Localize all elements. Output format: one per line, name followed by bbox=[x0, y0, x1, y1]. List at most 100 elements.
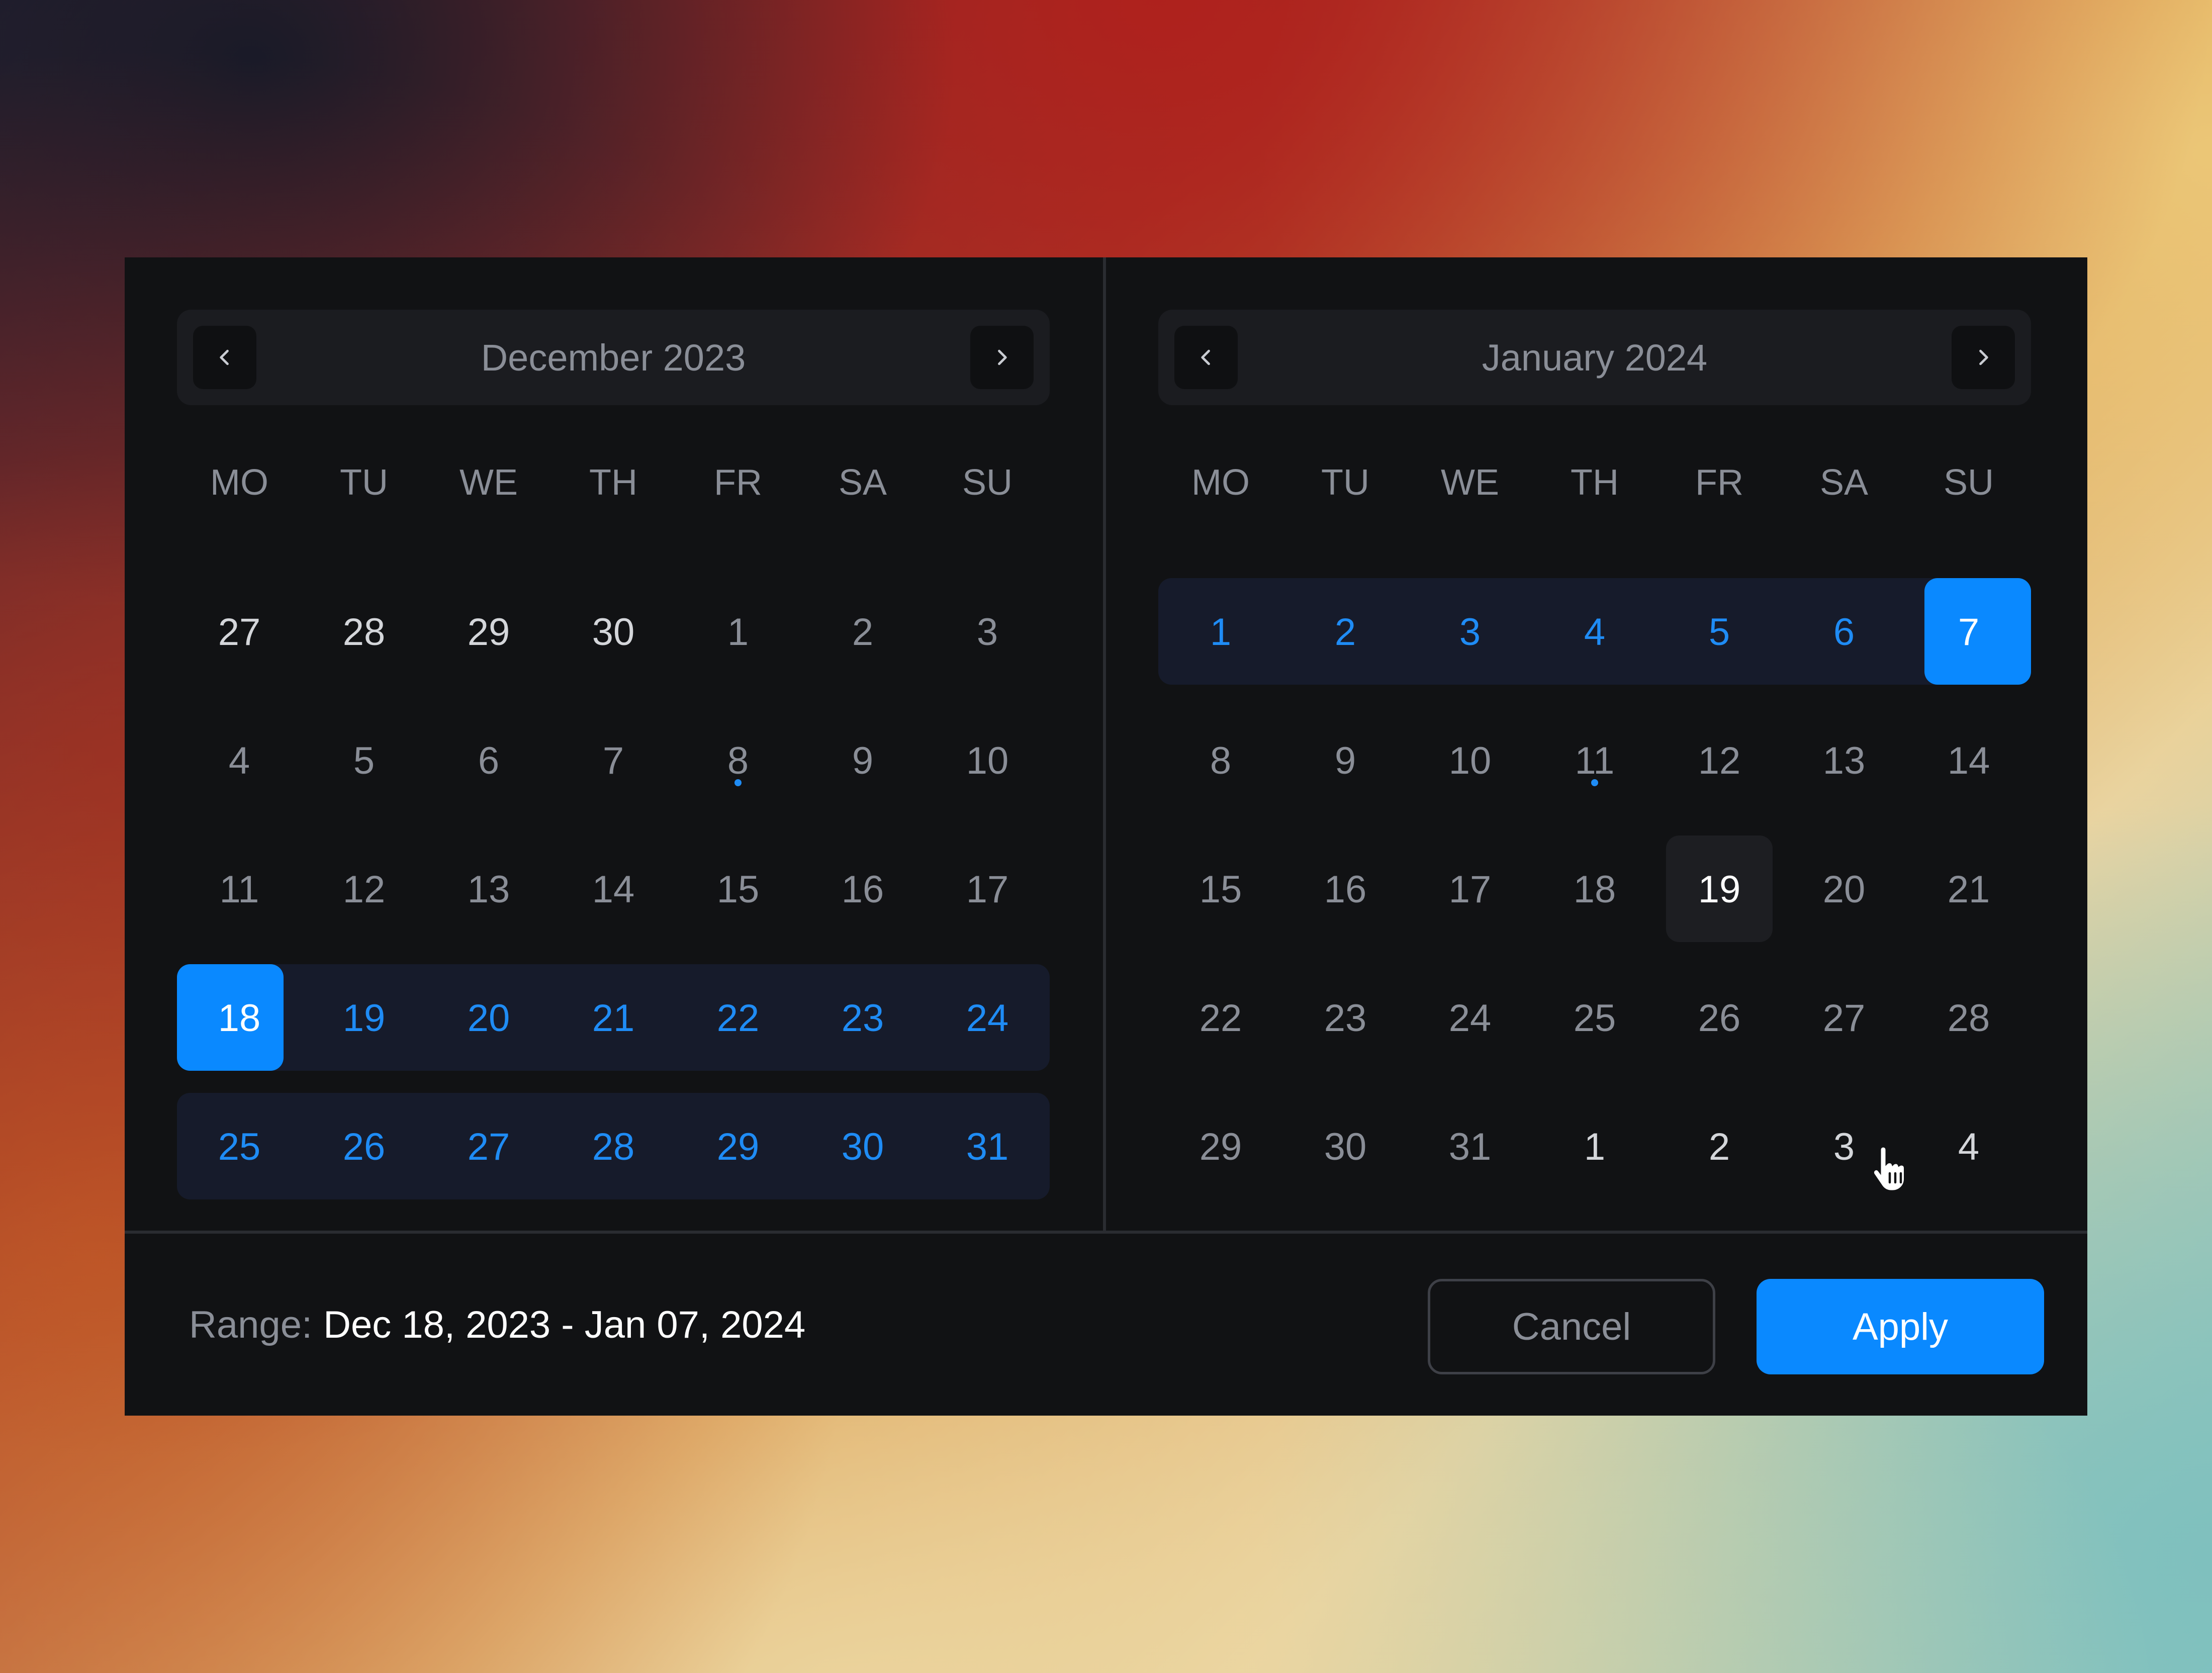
day-cell-in-range[interactable]: 6 bbox=[1782, 557, 1906, 686]
weekday-label: TH bbox=[589, 462, 637, 503]
day-cell-in-range[interactable]: 30 bbox=[800, 1072, 925, 1200]
day-cell[interactable]: 31 bbox=[1408, 1072, 1532, 1200]
day-cell[interactable]: 16 bbox=[1283, 814, 1408, 943]
day-cell[interactable]: 7 bbox=[551, 686, 676, 814]
weekday-label: MO bbox=[1191, 462, 1250, 503]
calendar-panels: December 2023 MO TU WE TH FR SA SU 27 28… bbox=[125, 257, 2087, 1232]
day-cell[interactable]: 17 bbox=[925, 814, 1050, 943]
day-cell-outside-month[interactable]: 1 bbox=[1532, 1072, 1657, 1200]
day-cell-hovered[interactable]: 19 bbox=[1657, 814, 1782, 943]
range-value: Dec 18, 2023 - Jan 07, 2024 bbox=[323, 1303, 806, 1346]
weekday-header: MO TU WE TH FR SA SU bbox=[177, 447, 1050, 518]
month-header: January 2024 bbox=[1158, 310, 2031, 405]
weekday-label: TU bbox=[340, 462, 388, 503]
weekday-label: TU bbox=[1321, 462, 1369, 503]
day-cell-outside-month[interactable]: 29 bbox=[426, 557, 551, 686]
day-cell[interactable]: 9 bbox=[800, 686, 925, 814]
day-cell-range-start[interactable]: 18 bbox=[177, 943, 302, 1072]
day-cell[interactable]: 13 bbox=[426, 814, 551, 943]
chevron-right-icon bbox=[1979, 349, 1988, 365]
day-cell-in-range[interactable]: 25 bbox=[177, 1072, 302, 1200]
day-cell[interactable]: 15 bbox=[676, 814, 800, 943]
day-cell-with-event[interactable]: 8 bbox=[676, 686, 800, 814]
picker-footer: Range: Dec 18, 2023 - Jan 07, 2024 Cance… bbox=[125, 1234, 2087, 1416]
day-cell[interactable]: 2 bbox=[800, 557, 925, 686]
day-cell-with-event[interactable]: 11 bbox=[1532, 686, 1657, 814]
cancel-button[interactable]: Cancel bbox=[1428, 1279, 1715, 1374]
day-cell-in-range[interactable]: 21 bbox=[551, 943, 676, 1072]
day-cell[interactable]: 17 bbox=[1408, 814, 1532, 943]
day-cell-in-range[interactable]: 1 bbox=[1158, 557, 1283, 686]
prev-month-button[interactable] bbox=[1174, 326, 1238, 389]
day-cell[interactable]: 8 bbox=[1158, 686, 1283, 814]
day-cell-in-range[interactable]: 2 bbox=[1283, 557, 1408, 686]
day-cell-in-range[interactable]: 23 bbox=[800, 943, 925, 1072]
day-cell[interactable]: 12 bbox=[302, 814, 426, 943]
day-cell[interactable]: 5 bbox=[302, 686, 426, 814]
day-cell-in-range[interactable]: 22 bbox=[676, 943, 800, 1072]
day-cell[interactable]: 30 bbox=[1283, 1072, 1408, 1200]
day-cell[interactable]: 3 bbox=[925, 557, 1050, 686]
day-cell[interactable]: 15 bbox=[1158, 814, 1283, 943]
weekday-label: MO bbox=[210, 462, 268, 503]
day-cell-outside-month[interactable]: 4 bbox=[1906, 1072, 2031, 1200]
day-cell-in-range[interactable]: 24 bbox=[925, 943, 1050, 1072]
day-cell-in-range[interactable]: 31 bbox=[925, 1072, 1050, 1200]
next-month-button[interactable] bbox=[1952, 326, 2015, 389]
day-cell-in-range[interactable]: 20 bbox=[426, 943, 551, 1072]
month-header: December 2023 bbox=[177, 310, 1050, 405]
day-cell[interactable]: 12 bbox=[1657, 686, 1782, 814]
day-cell[interactable]: 23 bbox=[1283, 943, 1408, 1072]
day-cell-in-range[interactable]: 5 bbox=[1657, 557, 1782, 686]
day-cell-in-range[interactable]: 26 bbox=[302, 1072, 426, 1200]
day-cell[interactable]: 4 bbox=[177, 686, 302, 814]
day-cell-outside-month[interactable]: 27 bbox=[177, 557, 302, 686]
day-cell-in-range[interactable]: 28 bbox=[551, 1072, 676, 1200]
apply-button[interactable]: Apply bbox=[1757, 1279, 2044, 1374]
day-cell[interactable]: 25 bbox=[1532, 943, 1657, 1072]
day-cell[interactable]: 1 bbox=[676, 557, 800, 686]
day-cell[interactable]: 9 bbox=[1283, 686, 1408, 814]
day-cell[interactable]: 28 bbox=[1906, 943, 2031, 1072]
day-grid: 27 28 29 30 1 2 3 4 5 6 7 8 9 10 11 12 1… bbox=[177, 557, 1050, 1200]
week-row-in-range: 18 19 20 21 22 23 24 bbox=[177, 943, 1050, 1072]
day-cell-in-range[interactable]: 29 bbox=[676, 1072, 800, 1200]
day-cell-in-range[interactable]: 27 bbox=[426, 1072, 551, 1200]
chevron-right-icon bbox=[998, 349, 1007, 365]
range-label: Range: bbox=[189, 1303, 313, 1346]
day-cell-in-range[interactable]: 3 bbox=[1408, 557, 1532, 686]
week-row: 22 23 24 25 26 27 28 bbox=[1158, 943, 2031, 1072]
next-month-button[interactable] bbox=[970, 326, 1034, 389]
day-cell[interactable]: 14 bbox=[551, 814, 676, 943]
day-cell[interactable]: 26 bbox=[1657, 943, 1782, 1072]
weekday-label: SU bbox=[962, 462, 1013, 503]
selected-range-summary: Range: Dec 18, 2023 - Jan 07, 2024 bbox=[189, 1234, 805, 1416]
month-december-2023: December 2023 MO TU WE TH FR SA SU 27 28… bbox=[177, 257, 1050, 1232]
day-cell[interactable]: 11 bbox=[177, 814, 302, 943]
panel-divider bbox=[1103, 257, 1106, 1232]
day-cell[interactable]: 14 bbox=[1906, 686, 2031, 814]
day-cell[interactable]: 10 bbox=[925, 686, 1050, 814]
weekday-label: SU bbox=[1943, 462, 1994, 503]
day-cell[interactable]: 16 bbox=[800, 814, 925, 943]
day-cell[interactable]: 20 bbox=[1782, 814, 1906, 943]
day-cell-outside-month[interactable]: 2 bbox=[1657, 1072, 1782, 1200]
day-cell[interactable]: 21 bbox=[1906, 814, 2031, 943]
day-cell[interactable]: 13 bbox=[1782, 686, 1906, 814]
day-cell[interactable]: 24 bbox=[1408, 943, 1532, 1072]
day-cell-range-end[interactable]: 7 bbox=[1906, 557, 2031, 686]
day-cell[interactable]: 10 bbox=[1408, 686, 1532, 814]
day-cell-in-range[interactable]: 19 bbox=[302, 943, 426, 1072]
day-cell[interactable]: 18 bbox=[1532, 814, 1657, 943]
day-cell-outside-month[interactable]: 30 bbox=[551, 557, 676, 686]
week-row: 15 16 17 18 19 20 21 bbox=[1158, 814, 2031, 943]
day-cell[interactable]: 27 bbox=[1782, 943, 1906, 1072]
day-cell[interactable]: 22 bbox=[1158, 943, 1283, 1072]
week-row-in-range: 25 26 27 28 29 30 31 bbox=[177, 1072, 1050, 1200]
day-cell-outside-month[interactable]: 28 bbox=[302, 557, 426, 686]
prev-month-button[interactable] bbox=[193, 326, 256, 389]
day-grid: 1 2 3 4 5 6 7 8 9 10 11 12 13 14 15 16 1… bbox=[1158, 557, 2031, 1200]
day-cell[interactable]: 6 bbox=[426, 686, 551, 814]
day-cell[interactable]: 29 bbox=[1158, 1072, 1283, 1200]
day-cell-in-range[interactable]: 4 bbox=[1532, 557, 1657, 686]
